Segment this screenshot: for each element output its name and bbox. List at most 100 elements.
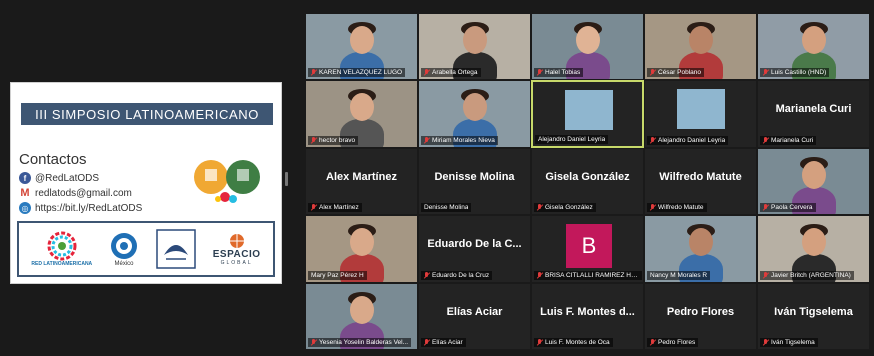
mic-muted-icon bbox=[650, 69, 656, 76]
participant-display-name: Luis F. Montes d... bbox=[540, 305, 635, 318]
participant-name: Luis Castillo (HND) bbox=[771, 69, 827, 77]
participant-name-label: hector bravo bbox=[308, 135, 359, 145]
participant-tile[interactable]: Denisse Molina Denisse Molina bbox=[418, 147, 531, 216]
participant-tile[interactable]: hector bravo bbox=[305, 80, 418, 148]
participant-name: Yesenia Yoselin Balderas Vel... bbox=[319, 338, 409, 346]
mic-muted-icon bbox=[650, 338, 656, 346]
participant-name: Alejandro Daniel Leyria bbox=[538, 135, 606, 143]
participant-tile[interactable]: Gisela González Gisela González bbox=[531, 147, 644, 216]
participant-display-name: Denisse Molina bbox=[434, 170, 515, 183]
video-thumbnail bbox=[677, 89, 725, 130]
participant-display-name: Pedro Flores bbox=[666, 305, 735, 318]
participant-name: Paola Cervera bbox=[771, 204, 813, 212]
participant-tile[interactable]: Iván Tigselema Iván Tigselema bbox=[757, 282, 870, 350]
red-latinoamericana-logo: RED LATINOAMERICANA bbox=[31, 231, 92, 267]
participant-tile[interactable]: Luis Castillo (HND) bbox=[757, 13, 870, 81]
participant-gallery: KAREN VELAZQUEZ LUGO Arabella Ortega Halel… bbox=[305, 13, 870, 350]
mic-muted-icon bbox=[424, 271, 430, 279]
split-view-handle[interactable] bbox=[285, 172, 288, 186]
participant-name-label: Alejandro Daniel Leyria bbox=[535, 134, 609, 144]
participant-name: César Poblano bbox=[658, 69, 701, 77]
mic-muted-icon bbox=[650, 204, 656, 211]
participant-name-label: KAREN VELAZQUEZ LUGO bbox=[308, 68, 406, 78]
participant-tile[interactable]: Yesenia Yoselin Balderas Vel... bbox=[305, 282, 418, 350]
participant-tile[interactable]: B BRISA CITLALLI RAMIREZ HE... bbox=[531, 215, 644, 283]
participant-tile[interactable]: Mary Paz Pérez H bbox=[305, 215, 418, 283]
mic-muted-icon bbox=[537, 271, 543, 279]
contacts-title: Contactos bbox=[19, 151, 87, 168]
participant-name: BRISA CITLALLI RAMIREZ HE... bbox=[545, 271, 639, 279]
shared-screen: III SIMPOSIO LATINOAMERICANO Contactos f… bbox=[0, 0, 300, 356]
participant-name-label: César Poblano bbox=[647, 68, 704, 78]
participant-tile[interactable]: Miriam Morales Nieva bbox=[418, 80, 531, 148]
participant-name-label: Alex Martínez bbox=[308, 203, 362, 213]
mic-muted-icon bbox=[311, 204, 317, 211]
participant-tile[interactable]: Alejandro Daniel Leyria bbox=[531, 80, 644, 148]
participant-name: Miriam Morales Nieva bbox=[432, 136, 495, 144]
mic-muted-icon bbox=[311, 69, 317, 76]
participant-name-label: Paola Cervera bbox=[760, 203, 816, 213]
participant-name: Luis F. Montes de Oca bbox=[545, 338, 610, 346]
participant-tile[interactable]: Alex Martínez Alex Martínez bbox=[305, 147, 418, 216]
sdg-wheel-icon bbox=[47, 231, 77, 261]
participant-name: Wilfredo Matute bbox=[658, 204, 704, 212]
participant-tile[interactable]: Arabella Ortega bbox=[418, 13, 531, 81]
mic-muted-icon bbox=[763, 69, 769, 76]
participant-name: hector bravo bbox=[319, 136, 356, 144]
participant-name: Arabella Ortega bbox=[432, 69, 478, 77]
facebook-icon: f bbox=[19, 172, 31, 184]
participant-tile[interactable]: Wilfredo Matute Wilfredo Matute bbox=[644, 147, 757, 216]
participant-name: Nancy M Morales R bbox=[650, 271, 708, 279]
participant-tile[interactable]: Elías Aciar Elías Aciar bbox=[418, 282, 531, 350]
web-icon: ◎ bbox=[19, 202, 31, 214]
contact-web: ◎ https://bit.ly/RedLatODS bbox=[19, 202, 142, 214]
participant-name-label: Halel Tobias bbox=[534, 68, 584, 78]
mic-muted-icon bbox=[424, 136, 430, 144]
participant-display-name: Marianela Curi bbox=[775, 103, 852, 116]
espacio-global-logo: ESPACIO GLOBAL bbox=[213, 233, 261, 266]
participant-name-label: Gisela González bbox=[534, 203, 596, 213]
participant-name-label: Alejandro Daniel Leyria bbox=[647, 135, 729, 145]
participant-display-name: Iván Tigselema bbox=[774, 305, 853, 318]
participant-tile[interactable]: Nancy M Morales R bbox=[644, 215, 757, 283]
mexico-swirl-icon bbox=[111, 233, 138, 259]
mic-muted-icon bbox=[311, 136, 317, 144]
participant-name: Denisse Molina bbox=[424, 204, 469, 212]
participant-name-label: Marianela Curi bbox=[760, 135, 817, 145]
participant-tile[interactable]: Alejandro Daniel Leyria bbox=[644, 80, 757, 148]
participant-tile[interactable]: César Poblano bbox=[644, 13, 757, 81]
participant-tile[interactable]: Halel Tobias bbox=[531, 13, 644, 81]
participant-tile[interactable]: Eduardo De la C... Eduardo De la Cruz bbox=[418, 215, 531, 283]
mic-muted-icon bbox=[424, 338, 430, 346]
contact-email: M redlatods@gmail.com bbox=[19, 187, 132, 199]
participant-tile[interactable]: Paola Cervera bbox=[757, 147, 870, 216]
mic-muted-icon bbox=[537, 338, 543, 346]
gmail-icon: M bbox=[19, 187, 31, 199]
participant-tile[interactable]: Marianela Curi Marianela Curi bbox=[757, 80, 870, 148]
mic-muted-icon bbox=[763, 338, 769, 346]
participant-tile[interactable]: Luis F. Montes d... Luis F. Montes de Oca bbox=[531, 282, 644, 350]
mexico-logo: México bbox=[109, 231, 139, 267]
mic-muted-icon bbox=[311, 338, 317, 346]
participant-name: Pedro Flores bbox=[658, 338, 696, 346]
participant-name: KAREN VELAZQUEZ LUGO bbox=[319, 69, 403, 77]
mic-muted-icon bbox=[763, 204, 769, 211]
participant-name-label: Nancy M Morales R bbox=[647, 270, 711, 280]
sdg-icons bbox=[194, 160, 260, 203]
participant-name: Alejandro Daniel Leyria bbox=[658, 136, 726, 144]
participant-name-label: Eduardo De la Cruz bbox=[421, 270, 493, 280]
participant-tile[interactable]: KAREN VELAZQUEZ LUGO bbox=[305, 13, 418, 81]
participant-name: Elías Aciar bbox=[432, 338, 463, 346]
contact-facebook: f @RedLatODS bbox=[19, 172, 99, 184]
participant-tile[interactable]: Javier Britch (ARGENTINA) bbox=[757, 215, 870, 283]
participant-name: Alex Martínez bbox=[319, 204, 359, 212]
participant-name-label: Iván Tigselema bbox=[760, 337, 818, 347]
participant-name: Mary Paz Pérez H bbox=[311, 271, 364, 279]
participant-name-label: BRISA CITLALLI RAMIREZ HE... bbox=[534, 270, 642, 280]
participant-name-label: Arabella Ortega bbox=[421, 68, 481, 78]
participant-name-label: Pedro Flores bbox=[647, 337, 699, 347]
participant-name-label: Javier Britch (ARGENTINA) bbox=[760, 270, 854, 280]
mic-muted-icon bbox=[650, 136, 656, 144]
participant-tile[interactable]: Pedro Flores Pedro Flores bbox=[644, 282, 757, 350]
globe-icon bbox=[229, 233, 244, 248]
